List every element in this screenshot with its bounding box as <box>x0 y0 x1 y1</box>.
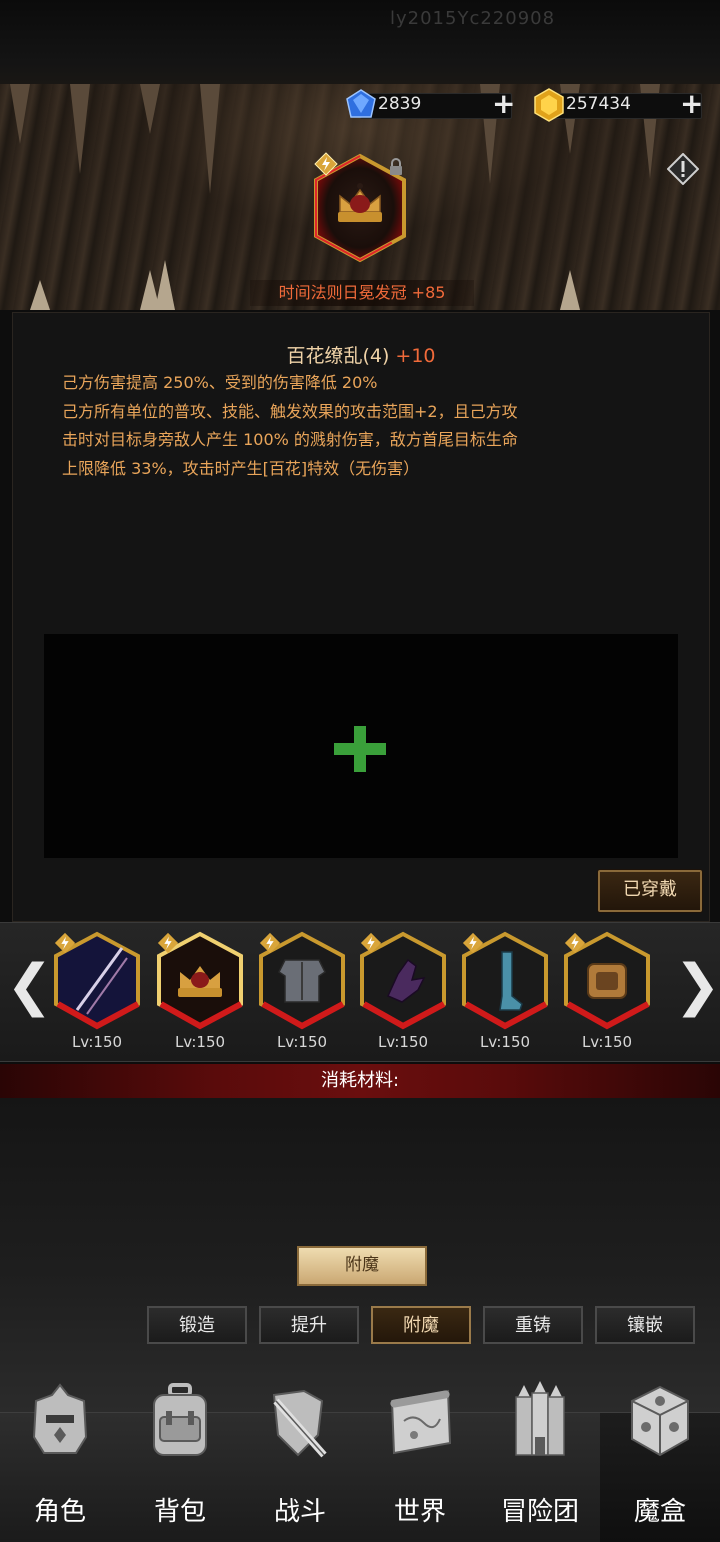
equipment-slot-helmet[interactable]: Lv:150 <box>155 930 245 1051</box>
bottom-navigation: 角色 背包 战斗 世界 冒险团 魔盒 <box>0 1381 720 1542</box>
backpack-icon <box>144 1381 216 1461</box>
tab-enchant[interactable]: 附魔 <box>371 1306 471 1344</box>
equipped-button[interactable]: 已穿戴 <box>598 870 702 912</box>
equipment-slot-weapon[interactable]: Lv:150 <box>52 930 142 1051</box>
enchant-action-button[interactable]: 附魔 <box>297 1246 427 1286</box>
nav-battle[interactable]: 战斗 <box>240 1389 360 1542</box>
lightning-badge-icon <box>54 932 76 954</box>
nav-label: 魔盒 <box>633 1497 686 1527</box>
equipment-level: Lv:150 <box>71 1033 123 1051</box>
nav-world[interactable]: 世界 <box>360 1389 480 1542</box>
materials-header: 消耗材料: <box>0 1064 720 1098</box>
tab-recast[interactable]: 重铸 <box>483 1306 583 1344</box>
magic-box-icon <box>624 1381 696 1461</box>
equipment-level: Lv:150 <box>174 1033 226 1051</box>
nav-label: 冒险团 <box>500 1497 579 1527</box>
tab-inlay[interactable]: 镶嵌 <box>595 1306 695 1344</box>
effect-line: 击时对目标身旁敌人产生 100% 的溅射伤害，敌方首尾目标生命 <box>62 430 518 449</box>
lightning-badge-icon <box>259 932 281 954</box>
equipment-slot-armor[interactable]: Lv:150 <box>257 930 347 1051</box>
add-gems-button[interactable]: + <box>492 90 515 118</box>
gold-count: 257434 <box>566 94 631 114</box>
set-name: 百花缭乱(4) <box>286 345 390 367</box>
selected-item-slot[interactable] <box>310 152 410 264</box>
equipment-slot-gloves[interactable]: Lv:150 <box>358 930 448 1051</box>
blue-gem-icon <box>345 89 377 121</box>
item-enhance-level: +85 <box>411 283 446 302</box>
effect-line: 己方伤害提高 250%、受到的伤害降低 20% <box>62 373 378 392</box>
crystal <box>560 270 580 310</box>
tab-forge[interactable]: 锻造 <box>147 1306 247 1344</box>
faint-watermark-text: ly2015Yc220908 <box>390 8 556 29</box>
carousel-next-arrow[interactable]: ❯ <box>674 958 720 1014</box>
castle-icon <box>504 1381 576 1461</box>
equipment-slot-ring[interactable]: Lv:150 <box>562 930 652 1051</box>
set-bonus: +10 <box>395 345 436 367</box>
effect-line: 己方所有单位的普攻、技能、触发效果的攻击范围+2，且己方攻 <box>62 401 518 421</box>
equipment-level: Lv:150 <box>276 1033 328 1051</box>
nav-backpack[interactable]: 背包 <box>120 1383 240 1542</box>
gem-count: 2839 <box>378 94 422 114</box>
stalactite <box>70 84 90 174</box>
crystal <box>30 280 50 310</box>
crystal <box>155 260 175 310</box>
nav-magic-box[interactable]: 魔盒 <box>600 1385 720 1542</box>
top-fog: ly2015Yc220908 <box>0 0 720 90</box>
nav-label: 战斗 <box>273 1497 326 1527</box>
item-name-banner: 时间法则日冕发冠 +85 <box>250 280 474 306</box>
lightning-badge-icon <box>462 932 484 954</box>
nav-label: 角色 <box>33 1497 86 1527</box>
effect-line: 上限降低 33%，攻击时产生[百花]特效（无伤害） <box>62 458 420 478</box>
plus-icon[interactable] <box>334 726 386 772</box>
set-title-line: 百花缭乱(4) +10 <box>13 341 709 368</box>
equipment-level: Lv:150 <box>581 1033 633 1051</box>
helmet-icon <box>24 1381 96 1461</box>
equipment-level: Lv:150 <box>377 1033 429 1051</box>
gold-crystal-icon <box>533 88 565 122</box>
item-name: 时间法则日冕发冠 <box>278 283 407 302</box>
lock-icon <box>388 158 404 176</box>
map-scroll-icon <box>384 1381 456 1461</box>
equipment-level: Lv:150 <box>479 1033 531 1051</box>
set-effect-text: 己方伤害提高 250%、受到的伤害降低 20% 己方所有单位的普攻、技能、触发效… <box>62 369 672 483</box>
carousel-prev-arrow[interactable]: ❮ <box>6 958 53 1014</box>
stalactite <box>10 84 30 144</box>
warning-icon[interactable] <box>666 152 700 186</box>
lightning-badge-icon <box>564 932 586 954</box>
nav-label: 世界 <box>393 1497 446 1527</box>
add-gold-button[interactable]: + <box>680 90 703 118</box>
nav-adventure-team[interactable]: 冒险团 <box>480 1381 600 1542</box>
equipment-slot-boots[interactable]: Lv:150 <box>460 930 550 1051</box>
stalactite <box>140 84 160 134</box>
lightning-badge-icon <box>157 932 179 954</box>
tab-upgrade[interactable]: 提升 <box>259 1306 359 1344</box>
lightning-badge-icon <box>360 932 382 954</box>
nav-label: 背包 <box>153 1497 206 1527</box>
nav-character[interactable]: 角色 <box>0 1383 120 1542</box>
sword-shield-icon <box>264 1381 336 1461</box>
stalactite <box>200 84 220 194</box>
lightning-badge-icon <box>314 152 338 176</box>
